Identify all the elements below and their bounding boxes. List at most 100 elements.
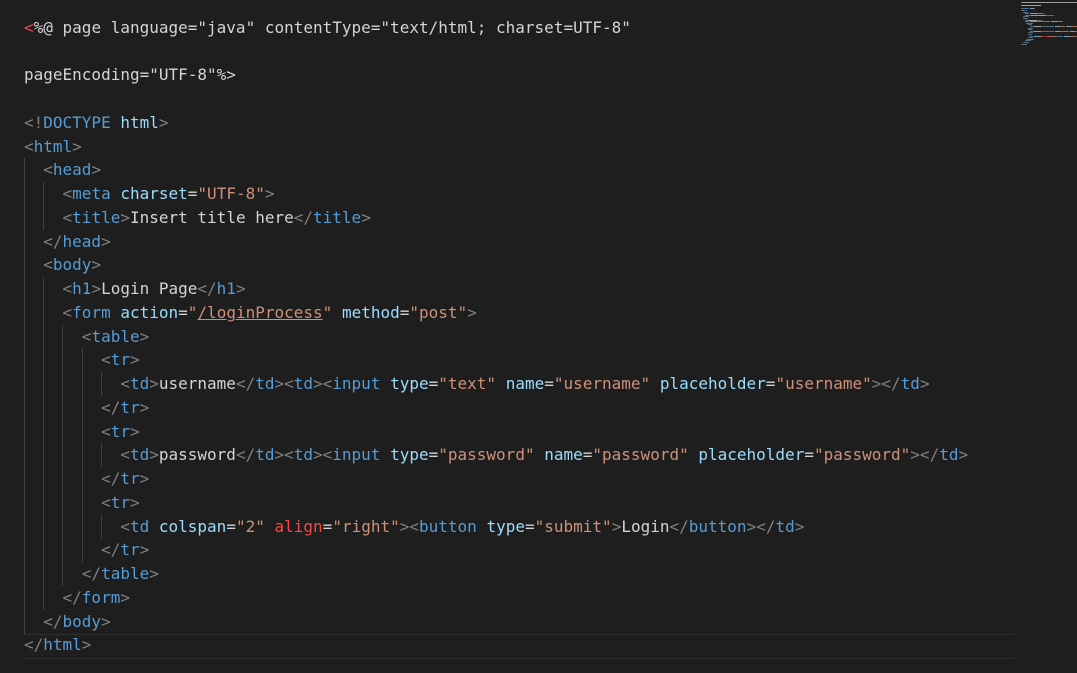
- code-token: "password": [592, 445, 689, 464]
- code-token: <: [101, 493, 111, 512]
- code-token: password: [158, 445, 236, 464]
- code-token: h1: [216, 279, 236, 298]
- code-token: ></: [910, 445, 940, 464]
- minimap-stroke: [1059, 26, 1066, 27]
- code-line[interactable]: <td>password</td><td><input type="passwo…: [24, 443, 968, 467]
- code-token: </: [81, 564, 102, 583]
- code-line[interactable]: <tr>: [24, 491, 140, 515]
- code-line[interactable]: </tr>: [24, 396, 149, 420]
- minimap-stroke: [1030, 14, 1047, 16]
- code-token: Login: [621, 517, 670, 536]
- code-token: "post": [409, 303, 468, 322]
- minimap-stroke: [1037, 21, 1049, 23]
- code-token: =: [187, 184, 198, 203]
- code-token: name: [544, 445, 583, 464]
- minimap-stroke: [1031, 27, 1033, 29]
- code-line[interactable]: <td colspan="2" align="right"><button ty…: [24, 515, 804, 539]
- code-line[interactable]: </tr>: [24, 538, 149, 562]
- code-token: input: [332, 445, 381, 464]
- code-token: =: [226, 517, 236, 536]
- code-token: "UTF-8": [197, 184, 265, 203]
- code-line[interactable]: <table>: [24, 325, 149, 349]
- code-token: </: [101, 398, 121, 417]
- code-line[interactable]: <meta charset="UTF-8">: [24, 182, 275, 206]
- code-line[interactable]: <tr>: [24, 348, 140, 372]
- code-token: td: [293, 374, 313, 393]
- code-line[interactable]: </form>: [24, 586, 130, 610]
- minimap-stroke: [1059, 30, 1069, 32]
- code-editor[interactable]: < %@ page language="java" contentType="te…: [0, 0, 1077, 673]
- code-token: >: [91, 160, 102, 179]
- code-line[interactable]: </tr>: [24, 467, 149, 491]
- code-token: "password": [438, 445, 535, 464]
- minimap-stroke: [1048, 21, 1050, 23]
- code-token: <: [62, 279, 73, 298]
- code-line[interactable]: <body>: [24, 253, 101, 277]
- code-line[interactable]: <h1>Login Page</h1>: [24, 277, 246, 301]
- minimap-stroke: [1033, 26, 1041, 27]
- code-token: =: [178, 303, 188, 322]
- minimap-stroke: [1021, 5, 1041, 7]
- code-line[interactable]: </html>: [24, 633, 91, 657]
- code-token: >: [149, 564, 159, 583]
- code-token: >: [264, 184, 275, 203]
- code-token: =: [428, 445, 439, 464]
- code-line[interactable]: <form action="/loginProcess" method="pos…: [24, 301, 477, 325]
- code-token: "text": [438, 374, 497, 393]
- minimap-stroke: [1032, 38, 1034, 40]
- code-token: ": [322, 303, 333, 322]
- code-token: placeholder: [659, 374, 766, 393]
- code-token: ></: [746, 517, 776, 536]
- minimap-stroke: [1021, 2, 1077, 3]
- code-token: td: [129, 374, 150, 393]
- code-line[interactable]: <title>Insert title here</title>: [24, 206, 371, 230]
- code-token: body: [62, 612, 102, 631]
- code-token: html: [33, 137, 73, 156]
- code-line[interactable]: <tr>: [24, 420, 140, 444]
- code-line[interactable]: </body>: [24, 610, 110, 634]
- code-token: Login Page: [101, 279, 198, 298]
- code-line[interactable]: <%@ page language="java" contentType="te…: [24, 16, 631, 40]
- code-token: table: [101, 564, 150, 583]
- code-token: >: [361, 208, 371, 227]
- code-token: >: [958, 445, 969, 464]
- code-token: >: [158, 113, 169, 132]
- code-token: >: [149, 374, 159, 393]
- code-line[interactable]: <head>: [24, 158, 101, 182]
- code-line[interactable]: </table>: [24, 562, 159, 586]
- code-token: >: [81, 635, 92, 654]
- minimap[interactable]: [1019, 0, 1077, 50]
- code-token: =: [765, 374, 776, 393]
- minimap-stroke: [1031, 22, 1033, 24]
- code-token: =: [399, 303, 410, 322]
- code-token: %@ page language="java" contentType="tex…: [33, 18, 631, 37]
- code-token: td: [255, 374, 275, 393]
- code-line[interactable]: <!DOCTYPE html>: [24, 111, 169, 135]
- code-line[interactable]: pageEncoding="UTF-8"%>: [24, 63, 236, 87]
- current-line-highlight: [24, 634, 1014, 659]
- code-token: form: [72, 303, 111, 322]
- code-token: >: [139, 540, 150, 559]
- code-line[interactable]: <html>: [24, 135, 82, 159]
- code-token: tr: [120, 398, 140, 417]
- code-line[interactable]: <td>username</td><td><input type="text" …: [24, 372, 929, 396]
- minimap-stroke: [1049, 30, 1055, 32]
- code-token: align: [274, 517, 323, 536]
- code-token: "2": [235, 517, 265, 536]
- code-token: h1: [72, 279, 92, 298]
- code-token: >: [139, 398, 150, 417]
- code-token: </: [43, 232, 63, 251]
- code-line[interactable]: </head>: [24, 230, 110, 254]
